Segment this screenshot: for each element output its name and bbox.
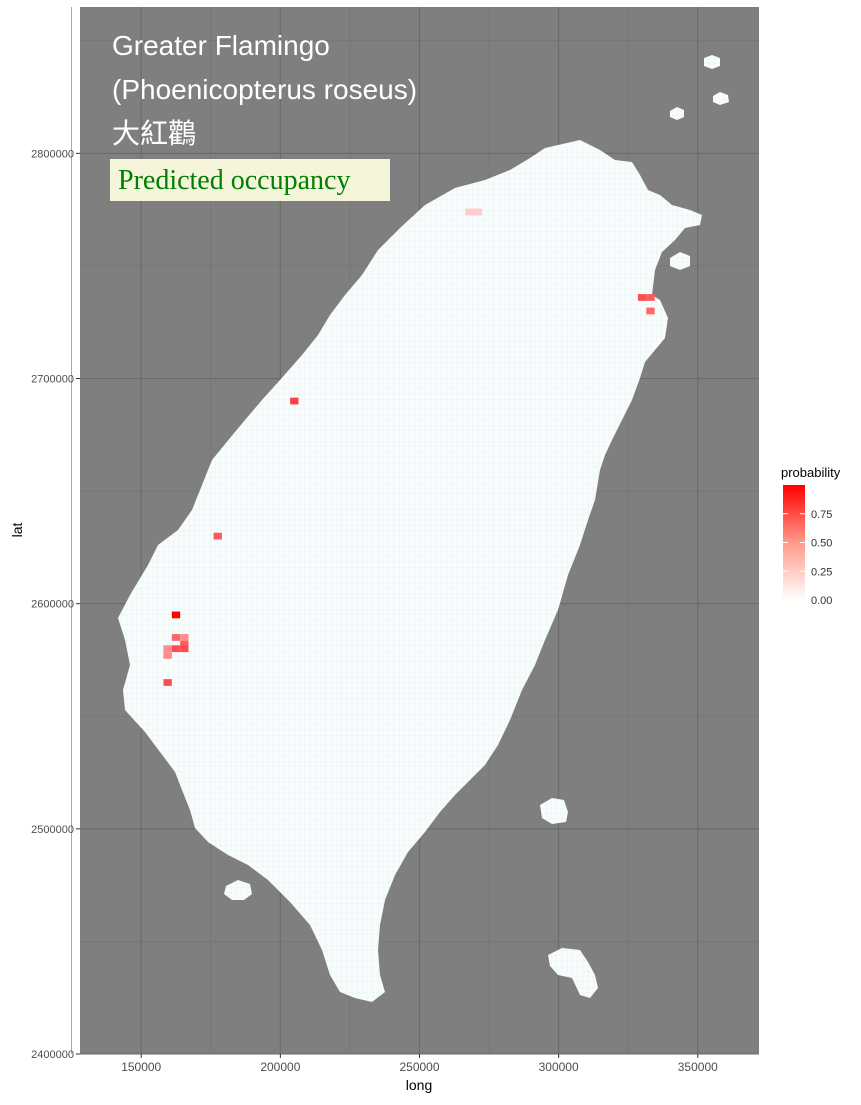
occupancy-cell [180,634,189,641]
chart-title-line-1: Greater Flamingo [112,30,330,61]
occupancy-cell [163,652,172,659]
occupancy-cell [290,397,299,405]
y-axis: 2400000 2500000 2600000 2700000 2800000 [31,148,80,1061]
legend: probability 0.00 0.25 0.50 0.75 [781,465,841,607]
y-tick-label: 2400000 [31,1049,74,1061]
occupancy-cell [465,208,474,216]
y-tick-label: 2600000 [31,599,74,611]
chart-subtitle: Predicted occupancy [118,165,350,196]
x-tick-label: 300000 [539,1060,579,1074]
x-tick-label: 250000 [399,1060,439,1074]
x-axis-label: long [406,1077,432,1093]
legend-tick-label: 0.25 [811,566,832,578]
y-tick-label: 2800000 [31,148,74,160]
occupancy-cell [163,679,172,686]
occupancy-cell [646,307,655,315]
occupancy-cell [646,294,655,301]
x-axis: 150000 200000 250000 300000 350000 [121,1054,718,1074]
occupancy-cell [180,645,189,653]
y-axis-label: lat [9,523,25,538]
occupancy-cell [163,645,172,653]
legend-tick-label: 0.50 [811,538,832,550]
chart-title-line-2: (Phoenicopterus roseus) [112,74,417,105]
occupancy-cell [213,532,222,540]
occupancy-cell [171,634,181,641]
occupancy-cell [171,645,181,653]
northern-islet-1 [704,55,720,69]
occupancy-cell [171,611,181,619]
plot-svg: Greater Flamingo (Phoenicopterus roseus)… [9,7,841,1093]
x-tick-label: 200000 [260,1060,300,1074]
occupancy-cell [473,208,483,216]
chart: Greater Flamingo (Phoenicopterus roseus)… [0,0,861,1100]
legend-tick-label: 0.75 [811,509,832,521]
chart-title-line-3: 大紅鸛 [112,118,196,149]
legend-title: probability [781,465,841,480]
legend-tick-label: 0.00 [811,595,832,607]
x-tick-label: 150000 [121,1060,161,1074]
y-tick-label: 2700000 [31,374,74,386]
y-tick-label: 2500000 [31,824,74,836]
occupancy-cell [637,294,647,301]
x-tick-label: 350000 [678,1060,718,1074]
